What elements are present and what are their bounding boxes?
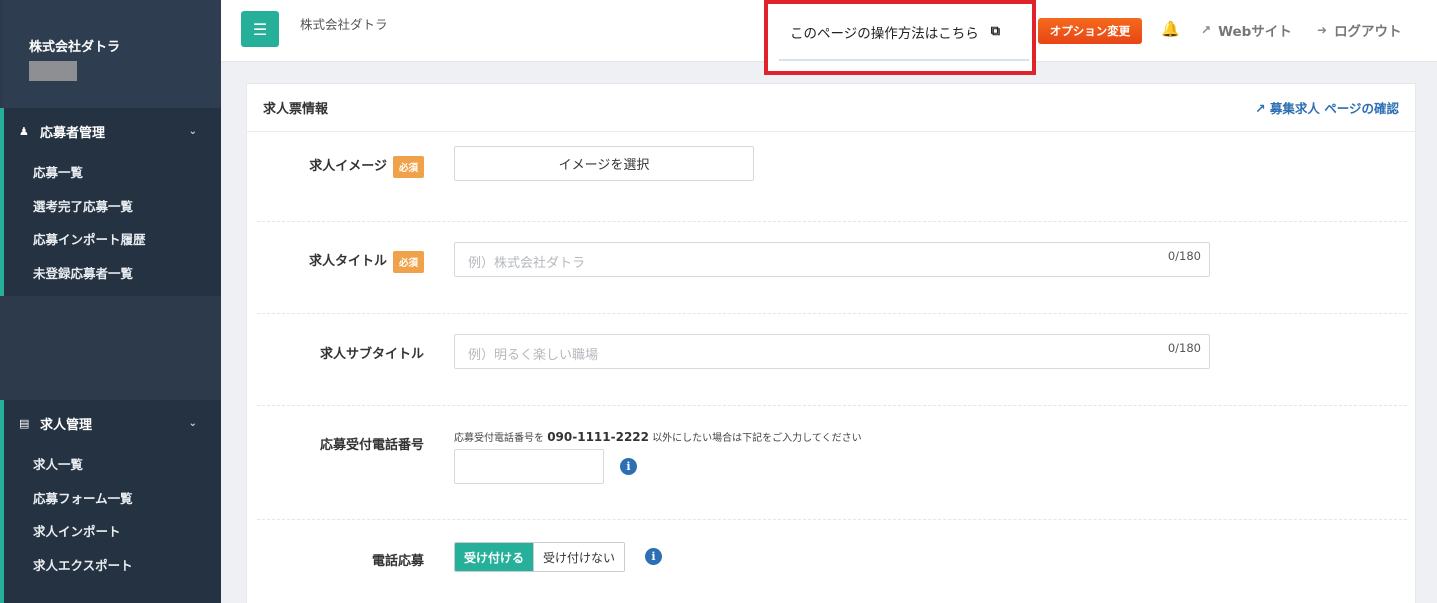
external-link-icon: ↗: [1201, 23, 1212, 37]
field-label-title: 求人タイトル 必須: [257, 250, 424, 273]
chevron-down-icon: ⌄: [188, 417, 197, 429]
reject-option[interactable]: 受け付けない: [533, 543, 625, 571]
job-page-confirm-link[interactable]: ↗ 募集求人 ページの確認: [1255, 98, 1399, 117]
job-title-input[interactable]: 例）株式会社ダトラ 0/180: [454, 242, 1210, 277]
chevron-down-icon: ⌄: [188, 125, 197, 137]
input-placeholder: 例）明るく楽しい職場: [468, 348, 599, 363]
field-label-subtitle: 求人サブタイトル: [257, 343, 424, 362]
field-label-text: 求人イメージ: [309, 159, 387, 174]
field-label-text: 電話応募: [371, 554, 424, 569]
field-label-image: 求人イメージ 必須: [257, 155, 424, 178]
header-company-name: 株式会社ダトラ: [300, 17, 388, 32]
hint-suffix: 以外にしたい場合は下記をご入力してください: [652, 433, 862, 444]
info-icon[interactable]: i: [620, 458, 637, 475]
menu-title-applicants[interactable]: ♟ 応募者管理 ⌄: [4, 108, 221, 154]
required-badge: 必須: [392, 250, 424, 273]
form-row-title: 求人タイトル 必須 例）株式会社ダトラ 0/180: [257, 222, 1407, 314]
menu-title-jobs[interactable]: ▤ 求人管理 ⌄: [4, 400, 221, 446]
hint-prefix: 応募受付電話番号を: [454, 433, 544, 444]
hamburger-icon: ☰: [252, 19, 268, 39]
job-info-panel: 求人票情報 ↗ 募集求人 ページの確認 求人イメージ 必須 イメージを選択 求人タ…: [246, 83, 1416, 603]
confirm-link-label: 募集求人 ページの確認: [1269, 101, 1399, 116]
logout-label: ログアウト: [1334, 24, 1402, 40]
phone-number-input[interactable]: [454, 449, 604, 484]
sidebar-item-completed-applications[interactable]: 選考完了応募一覧: [4, 190, 221, 224]
sidebar-item-unregistered-applicants[interactable]: 未登録応募者一覧: [4, 257, 221, 291]
field-label-phone-apply: 電話応募: [257, 550, 424, 569]
menu-title-label: 求人管理: [40, 417, 93, 433]
select-image-button[interactable]: イメージを選択: [454, 146, 754, 181]
menu-toggle-button[interactable]: ☰: [241, 11, 279, 47]
sidebar-item-import-history[interactable]: 応募インポート履歴: [4, 223, 221, 257]
panel-title: 求人票情報: [263, 102, 329, 117]
form-row-subtitle: 求人サブタイトル 例）明るく楽しい職場 0/180: [257, 314, 1407, 406]
info-icon[interactable]: i: [645, 548, 662, 565]
sidebar-header: 株式会社ダトラ: [0, 0, 221, 108]
form-row-image: 求人イメージ 必須 イメージを選択: [257, 132, 1407, 222]
sign-out-icon: ➜: [1317, 23, 1328, 37]
sidebar-item-forms[interactable]: 応募フォーム一覧: [4, 482, 221, 516]
external-window-icon: ⧉: [990, 24, 1001, 39]
accept-option[interactable]: 受け付ける: [455, 543, 534, 571]
sidebar: 株式会社ダトラ ♟ 応募者管理 ⌄ 応募一覧 選考完了応募一覧 応募インポート履…: [0, 0, 221, 603]
menu-section-jobs: ▤ 求人管理 ⌄ 求人一覧 応募フォーム一覧 求人インポート 求人エクスポート: [0, 400, 221, 603]
id-card-icon: ▤: [19, 416, 30, 430]
phone-apply-toggle: 受け付ける 受け付けない: [454, 542, 626, 572]
help-link-label: このページの操作方法はこちら: [790, 25, 979, 42]
sidebar-item-job-export[interactable]: 求人エクスポート: [4, 549, 221, 583]
website-link[interactable]: ↗ Webサイト: [1201, 20, 1292, 40]
field-label-text: 応募受付電話番号: [319, 438, 424, 453]
char-counter: 0/180: [1167, 249, 1201, 263]
menu-section-applicants: ♟ 応募者管理 ⌄ 応募一覧 選考完了応募一覧 応募インポート履歴 未登録応募者…: [0, 108, 221, 296]
company-name: 株式会社ダトラ: [29, 40, 121, 55]
sidebar-item-applications[interactable]: 応募一覧: [4, 156, 221, 190]
top-bar: ☰ 株式会社ダトラ このページの操作方法はこちら ⧉ オプション変更 🔔 ↗ W…: [221, 0, 1437, 75]
phone-hint: 応募受付電話番号を 090-1111-2222 以外にしたい場合は下記をご入力し…: [454, 429, 862, 444]
bell-icon[interactable]: 🔔: [1161, 20, 1180, 38]
help-highlight-box: このページの操作方法はこちら ⧉: [764, 0, 1036, 75]
panel-header: 求人票情報 ↗ 募集求人 ページの確認: [247, 84, 1415, 132]
company-subtitle-redacted: [29, 61, 77, 81]
users-icon: ♟: [19, 124, 29, 138]
menu-title-label: 応募者管理: [40, 125, 106, 141]
help-link[interactable]: このページの操作方法はこちら ⧉: [779, 4, 1029, 61]
option-change-button[interactable]: オプション変更: [1038, 18, 1142, 44]
form-row-phone-apply: 電話応募 受け付ける 受け付けない i: [257, 520, 1407, 600]
logout-link[interactable]: ➜ ログアウト: [1317, 20, 1402, 40]
input-placeholder: 例）株式会社ダトラ: [468, 256, 586, 271]
hint-phone-number: 090-1111-2222: [547, 430, 649, 444]
website-link-label: Webサイト: [1218, 24, 1292, 40]
field-label-text: 求人タイトル: [308, 254, 387, 269]
required-badge: 必須: [392, 155, 424, 178]
char-counter: 0/180: [1167, 341, 1201, 355]
sidebar-item-jobs[interactable]: 求人一覧: [4, 448, 221, 482]
form-row-phone: 応募受付電話番号 応募受付電話番号を 090-1111-2222 以外にしたい場…: [257, 406, 1407, 520]
job-subtitle-input[interactable]: 例）明るく楽しい職場 0/180: [454, 334, 1210, 369]
sidebar-item-job-import[interactable]: 求人インポート: [4, 515, 221, 549]
field-label-phone: 応募受付電話番号: [257, 434, 424, 453]
field-label-text: 求人サブタイトル: [319, 347, 424, 362]
